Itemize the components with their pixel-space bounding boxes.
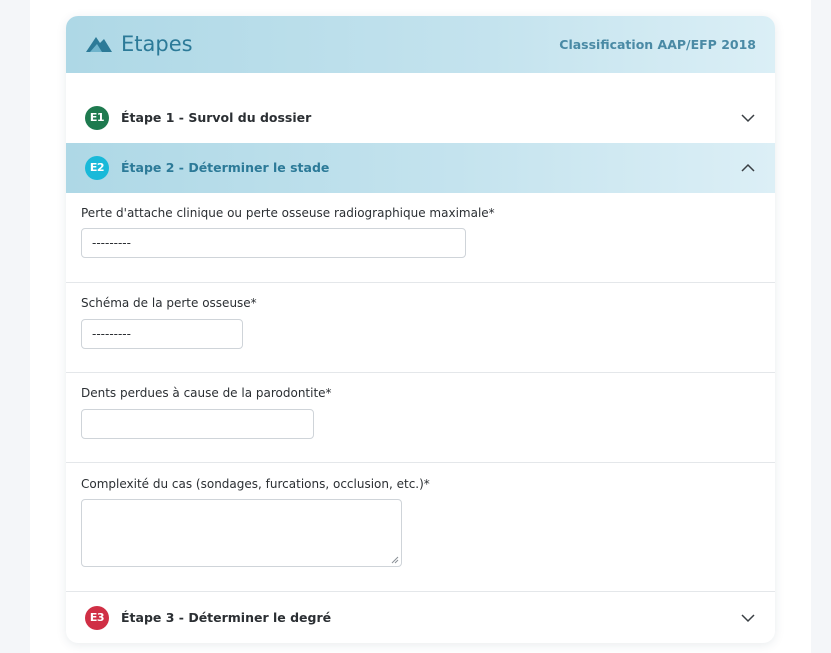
step-2-label: Étape 2 - Déterminer le stade: [121, 160, 330, 175]
complexite-label: Complexité du cas (sondages, furcations,…: [81, 477, 430, 491]
card-header: Etapes Classification AAP/EFP 2018: [66, 16, 775, 73]
page-background: Etapes Classification AAP/EFP 2018 E1 Ét…: [30, 0, 811, 653]
schema-perte-label: Schéma de la perte osseuse*: [81, 296, 257, 310]
card-title: Etapes: [121, 32, 193, 56]
steps-card: Etapes Classification AAP/EFP 2018 E1 Ét…: [66, 16, 775, 643]
perte-attache-select[interactable]: ---------: [81, 228, 466, 258]
classification-label: Classification AAP/EFP 2018: [559, 37, 756, 52]
step-3-badge: E3: [85, 606, 109, 630]
schema-perte-select[interactable]: ---------: [81, 319, 243, 349]
step-3-toggle[interactable]: E3 Étape 3 - Déterminer le degré: [66, 593, 775, 643]
resize-grip-icon[interactable]: [391, 556, 399, 564]
step-2-toggle[interactable]: E2 Étape 2 - Déterminer le stade: [66, 143, 775, 193]
field-section-perte-attache: Perte d'attache clinique ou perte osseus…: [66, 193, 775, 283]
step-1-badge: E1: [85, 106, 109, 130]
perte-attache-label: Perte d'attache clinique ou perte osseus…: [81, 206, 495, 220]
complexite-textarea[interactable]: [81, 499, 402, 567]
dents-perdues-label: Dents perdues à cause de la parodontite*: [81, 386, 332, 400]
chevron-down-icon: [741, 114, 755, 123]
step-1-toggle[interactable]: E1 Étape 1 - Survol du dossier: [66, 93, 775, 143]
field-section-dents-perdues: Dents perdues à cause de la parodontite*: [66, 373, 775, 463]
chevron-up-icon: [741, 163, 755, 172]
step-2-badge: E2: [85, 156, 109, 180]
step-1-label: Étape 1 - Survol du dossier: [121, 110, 312, 125]
chevron-down-icon: [741, 614, 755, 623]
field-section-schema-perte: Schéma de la perte osseuse* ---------: [66, 283, 775, 373]
field-section-complexite: Complexité du cas (sondages, furcations,…: [66, 463, 775, 592]
mountain-logo-icon: [86, 37, 112, 52]
dents-perdues-input[interactable]: [81, 409, 314, 439]
step-3-label: Étape 3 - Déterminer le degré: [121, 610, 332, 625]
